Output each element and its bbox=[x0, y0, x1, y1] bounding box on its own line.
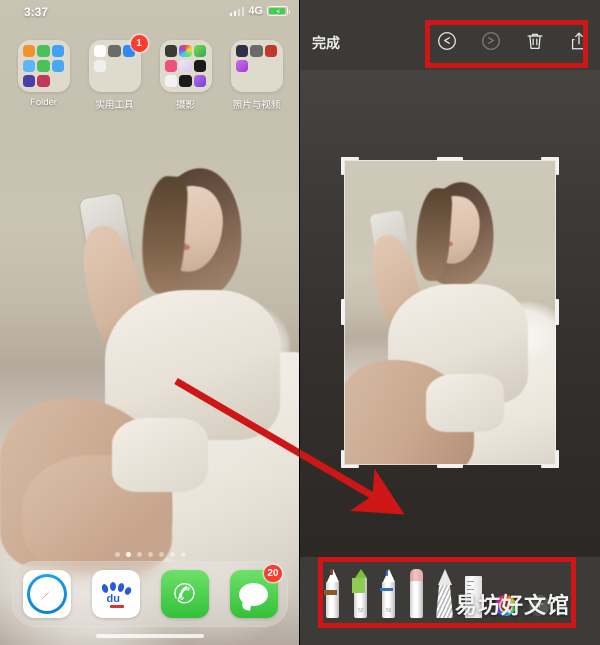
mini-app-icon bbox=[164, 74, 177, 87]
crop-selection-frame[interactable] bbox=[341, 157, 559, 468]
crop-handle-top-left-h[interactable] bbox=[341, 157, 359, 160]
signal-bars-icon bbox=[229, 6, 245, 16]
mini-app-icon bbox=[250, 45, 263, 58]
mini-app-icon bbox=[194, 74, 207, 87]
home-folder-row: Folder 1 实用工具 摄影 照片与视频 bbox=[0, 35, 300, 111]
mini-app-slot-empty bbox=[52, 75, 64, 87]
folder-tile-2[interactable] bbox=[159, 40, 212, 92]
home-indicator-left bbox=[96, 634, 204, 638]
status-bar: 3:37 4G ⚡ bbox=[0, 0, 300, 26]
crop-handle-left-mid[interactable] bbox=[341, 299, 345, 325]
folder-tile-3[interactable] bbox=[230, 40, 283, 92]
mini-app-icon bbox=[235, 59, 248, 73]
phone-handset-icon: ✆ bbox=[160, 570, 209, 618]
mini-app-icon bbox=[179, 74, 192, 87]
toolbar-highlight-box bbox=[425, 20, 588, 68]
screenshot-root: 3:37 4G ⚡ Folder 1 实用工具 摄影 照片与视频 du ✆ 20… bbox=[0, 0, 600, 645]
watermark-text: 易坊好文馆 bbox=[455, 594, 571, 619]
folder-label-0: Folder bbox=[30, 97, 57, 108]
crop-handle-bottom-right-h[interactable] bbox=[541, 465, 559, 468]
mini-app-icon bbox=[52, 59, 65, 73]
dock-app-safari[interactable] bbox=[22, 570, 71, 618]
crop-handle-bottom-mid[interactable] bbox=[437, 464, 463, 468]
dock-app-messages[interactable]: 20 bbox=[229, 565, 282, 618]
folder-badge-1: 1 bbox=[130, 35, 148, 52]
page-dot-active bbox=[125, 552, 131, 557]
dock: du ✆ 20 bbox=[12, 561, 288, 627]
crop-handle-top-right-h[interactable] bbox=[541, 157, 559, 160]
crop-handle-top-mid[interactable] bbox=[437, 157, 463, 161]
mini-app-icon bbox=[194, 45, 207, 58]
page-dot bbox=[136, 552, 142, 557]
mini-app-icon bbox=[37, 74, 50, 87]
home-folder-2[interactable]: 摄影 bbox=[157, 40, 215, 111]
mini-app-slot-empty bbox=[108, 75, 120, 87]
mini-app-slot-empty bbox=[108, 60, 120, 72]
mini-app-icon-settings bbox=[108, 45, 121, 58]
mini-app-slot-empty bbox=[265, 60, 277, 72]
page-dot bbox=[114, 552, 120, 557]
mini-app-icon bbox=[265, 45, 278, 58]
dock-app-baidu[interactable]: du bbox=[91, 570, 140, 618]
mini-app-icon bbox=[22, 59, 35, 73]
mini-app-slot-empty bbox=[265, 75, 277, 87]
safari-compass-icon bbox=[22, 570, 71, 618]
iphone-home-screen: 3:37 4G ⚡ Folder 1 实用工具 摄影 照片与视频 du ✆ 20 bbox=[0, 0, 300, 645]
markup-editor: 完成 bbox=[300, 0, 600, 645]
panel-divider bbox=[299, 0, 300, 645]
mini-app-icon-calendar bbox=[93, 45, 106, 58]
mini-app-icon bbox=[37, 45, 50, 58]
home-folder-0[interactable]: Folder bbox=[15, 40, 73, 111]
mini-app-icon-contacts bbox=[93, 59, 106, 73]
done-button[interactable]: 完成 bbox=[312, 33, 340, 53]
mini-app-icon bbox=[164, 59, 177, 73]
crop-border bbox=[344, 160, 556, 465]
mini-app-icon bbox=[52, 45, 65, 58]
folder-label-2: 摄影 bbox=[175, 100, 195, 111]
baidu-paw-icon: du bbox=[91, 570, 140, 618]
mini-app-icon bbox=[194, 59, 207, 73]
page-dot bbox=[180, 552, 186, 557]
mini-app-slot-empty bbox=[123, 60, 135, 72]
folder-label-3: 照片与视频 bbox=[232, 100, 281, 111]
mini-app-slot-empty bbox=[236, 75, 248, 87]
mini-app-icon bbox=[37, 59, 50, 73]
crop-handle-bottom-left-h[interactable] bbox=[341, 465, 359, 468]
mini-app-slot-empty bbox=[123, 75, 135, 87]
mini-app-icon bbox=[22, 45, 35, 58]
wallpaper-shorts-shape bbox=[112, 418, 208, 492]
mini-app-icon bbox=[179, 59, 192, 73]
status-time: 3:37 bbox=[24, 5, 49, 19]
mini-app-slot-empty bbox=[94, 75, 106, 87]
mini-app-icon bbox=[22, 74, 35, 87]
mini-app-icon bbox=[179, 45, 192, 58]
page-dot bbox=[158, 552, 164, 557]
crop-handle-right-mid[interactable] bbox=[555, 299, 559, 325]
page-dot bbox=[169, 552, 175, 557]
page-dot bbox=[147, 552, 153, 557]
mini-app-icon bbox=[235, 45, 248, 58]
home-folder-1[interactable]: 1 实用工具 bbox=[86, 35, 148, 111]
status-indicators: 4G ⚡ bbox=[229, 5, 290, 17]
mini-app-slot-empty bbox=[250, 75, 262, 87]
page-indicator-dots[interactable] bbox=[0, 552, 300, 557]
mini-app-icon bbox=[164, 45, 177, 58]
battery-charging-icon: ⚡ bbox=[267, 6, 290, 17]
network-type-label: 4G bbox=[248, 5, 263, 17]
dock-app-phone[interactable]: ✆ bbox=[160, 570, 209, 618]
folder-tile-0[interactable] bbox=[17, 40, 70, 92]
mini-app-slot-empty bbox=[250, 60, 262, 72]
home-folder-3[interactable]: 照片与视频 bbox=[228, 40, 286, 111]
messages-badge: 20 bbox=[264, 565, 282, 582]
folder-label-1: 实用工具 bbox=[95, 100, 134, 111]
